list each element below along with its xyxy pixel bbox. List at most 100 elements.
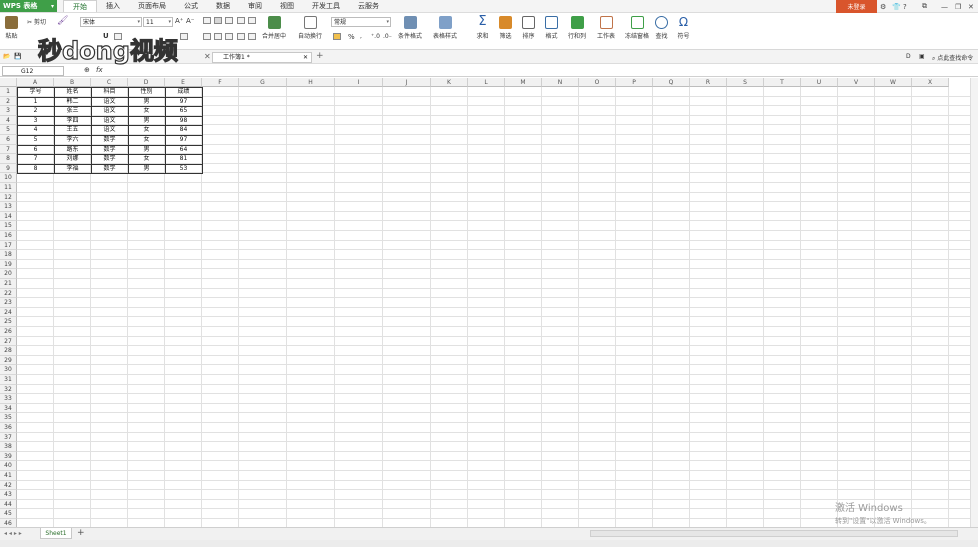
column-header[interactable]: A xyxy=(17,78,54,87)
chat-icon[interactable]: ▣ xyxy=(919,53,925,60)
tab-7[interactable]: 视图 xyxy=(271,0,303,12)
column-header[interactable]: R xyxy=(690,78,727,87)
column-header[interactable]: X xyxy=(912,78,949,87)
row-header[interactable]: 19 xyxy=(0,259,17,270)
zoom-formula-icon[interactable]: ⊕ xyxy=(84,66,90,74)
filter-button[interactable]: 筛选 xyxy=(499,16,512,40)
freeze-panes-button[interactable]: 冻结窗格 xyxy=(625,16,649,40)
fx-button[interactable]: fx xyxy=(96,66,103,74)
row-header[interactable]: 20 xyxy=(0,269,17,279)
save-icon[interactable]: 💾 xyxy=(14,53,21,60)
row-header[interactable]: 46 xyxy=(0,519,17,527)
rows-columns-button[interactable]: 行和列 xyxy=(568,16,586,40)
row-header[interactable]: 45 xyxy=(0,509,17,519)
row-header[interactable]: 13 xyxy=(0,202,17,212)
symbol-button[interactable]: Ω 符号 xyxy=(677,16,690,40)
paste-button[interactable]: 粘贴 xyxy=(5,16,18,40)
sheet-nav-icon[interactable]: ◂ ◂ ▸ ▸ xyxy=(4,530,22,537)
row-header[interactable]: 17 xyxy=(0,240,17,251)
tab-5[interactable]: 数据 xyxy=(207,0,239,12)
decrease-decimal-icon[interactable]: .0₋ xyxy=(383,33,392,40)
worksheet-button[interactable]: 工作表 xyxy=(597,16,615,40)
column-header[interactable]: O xyxy=(579,78,616,87)
row-header[interactable]: 42 xyxy=(0,480,17,491)
restore-layout-icon[interactable]: ⧉ xyxy=(922,0,927,13)
open-icon[interactable]: 📂 xyxy=(3,53,10,60)
select-all-corner[interactable] xyxy=(0,78,17,87)
close-tab-left-icon[interactable]: ✕ xyxy=(204,52,211,61)
row-header[interactable]: 21 xyxy=(0,279,17,289)
row-header[interactable]: 30 xyxy=(0,365,17,375)
column-header[interactable]: M xyxy=(505,78,542,87)
row-header[interactable]: 29 xyxy=(0,355,17,366)
help-icon[interactable]: ? xyxy=(903,0,907,13)
tab-9[interactable]: 云服务 xyxy=(349,0,388,12)
column-header[interactable]: H xyxy=(287,78,335,87)
app-menu-button[interactable]: WPS 表格 ▾ xyxy=(0,0,57,12)
row-header[interactable]: 22 xyxy=(0,288,17,299)
column-header[interactable]: Q xyxy=(653,78,690,87)
increase-decimal-icon[interactable]: ⁺.0 xyxy=(371,33,380,40)
row-header[interactable]: 23 xyxy=(0,298,17,308)
column-header[interactable]: J xyxy=(383,78,431,87)
name-box[interactable]: G12 xyxy=(2,66,64,76)
row-header[interactable]: 36 xyxy=(0,423,17,433)
row-header[interactable]: 12 xyxy=(0,192,17,203)
row-header[interactable]: 38 xyxy=(0,442,17,452)
row-header[interactable]: 35 xyxy=(0,413,17,423)
row-header[interactable]: 7 xyxy=(0,144,17,155)
close-icon[interactable]: ✕ xyxy=(968,0,974,13)
column-header[interactable]: L xyxy=(468,78,505,87)
number-format-select[interactable]: 常规 ▾ xyxy=(331,17,391,27)
skin-icon[interactable]: 👕 xyxy=(892,0,901,13)
horizontal-scrollbar[interactable] xyxy=(590,530,958,537)
align-center-icon[interactable] xyxy=(214,33,222,40)
row-header[interactable]: 15 xyxy=(0,221,17,231)
row-header[interactable]: 14 xyxy=(0,211,17,222)
row-header[interactable]: 25 xyxy=(0,317,17,327)
search-command-box[interactable]: ⌕ 点此查找命令 xyxy=(932,53,973,63)
sort-button[interactable]: 排序 xyxy=(522,16,535,40)
column-header[interactable]: S xyxy=(727,78,764,87)
add-sheet-icon[interactable]: + xyxy=(77,528,85,538)
row-header[interactable]: 5 xyxy=(0,125,17,135)
table-style-button[interactable]: 表格样式 xyxy=(433,16,457,40)
column-header[interactable]: V xyxy=(838,78,875,87)
row-header[interactable]: 2 xyxy=(0,96,17,107)
vertical-scrollbar[interactable] xyxy=(970,78,978,527)
indent-icon[interactable] xyxy=(237,17,245,24)
align-middle-icon[interactable] xyxy=(214,17,222,24)
tab-8[interactable]: 开发工具 xyxy=(303,0,349,12)
row-header[interactable]: 10 xyxy=(0,173,17,183)
wrap-text-button[interactable]: 自动换行 xyxy=(298,16,322,40)
row-header[interactable]: 26 xyxy=(0,327,17,337)
row-header[interactable]: 44 xyxy=(0,499,17,510)
close-icon[interactable]: ✕ xyxy=(303,53,308,63)
column-header[interactable]: K xyxy=(431,78,468,87)
row-header[interactable]: 40 xyxy=(0,461,17,471)
sum-button[interactable]: Σ 求和 xyxy=(476,15,489,40)
align-bottom-icon[interactable] xyxy=(225,17,233,24)
row-header[interactable]: 31 xyxy=(0,375,17,385)
justify-icon[interactable] xyxy=(237,33,245,40)
format-painter-icon[interactable]: 🖌 xyxy=(57,16,68,26)
align-right-icon[interactable] xyxy=(225,33,233,40)
font-size-select[interactable]: 11 ▾ xyxy=(143,17,173,27)
login-button[interactable]: 未登录 xyxy=(836,0,877,13)
d-icon[interactable]: D xyxy=(906,53,911,60)
row-header[interactable]: 32 xyxy=(0,384,17,395)
comma-style-icon[interactable]: , xyxy=(360,33,362,40)
currency-icon[interactable] xyxy=(333,33,341,40)
tab-6[interactable]: 审阅 xyxy=(239,0,271,12)
document-tab[interactable]: 工作簿1 * ✕ xyxy=(212,52,312,63)
row-header[interactable]: 3 xyxy=(0,106,17,116)
align-left-icon[interactable] xyxy=(203,33,211,40)
tab-1[interactable]: 开始 xyxy=(63,0,97,12)
row-header[interactable]: 11 xyxy=(0,183,17,193)
row-header[interactable]: 39 xyxy=(0,451,17,462)
column-header[interactable]: W xyxy=(875,78,912,87)
tab-3[interactable]: 页面布局 xyxy=(129,0,175,12)
row-header[interactable]: 24 xyxy=(0,307,17,318)
column-header[interactable]: T xyxy=(764,78,801,87)
shrink-font-icon[interactable]: A⁻ xyxy=(186,17,194,25)
